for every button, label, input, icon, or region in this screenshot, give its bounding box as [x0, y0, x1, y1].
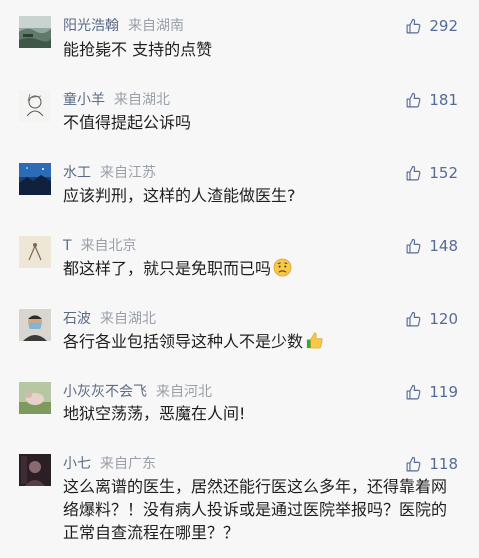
comment-text: 都这样了，就只是免职而已吗	[63, 257, 463, 280]
location: 来自江苏	[100, 165, 156, 181]
like-count: 292	[429, 17, 458, 35]
comment-meta: 石波 来自湖北	[63, 309, 156, 329]
author-name[interactable]: 阳光浩翰	[63, 18, 119, 34]
avatar[interactable]	[19, 16, 51, 48]
comment-meta: 小七 来自广东	[63, 454, 156, 474]
author-name[interactable]: 小灰灰不会飞	[63, 384, 147, 400]
author-name[interactable]: 石波	[63, 311, 91, 327]
like-button[interactable]: 152	[405, 163, 458, 183]
author-name[interactable]: 小七	[63, 456, 91, 472]
author-name[interactable]: T	[63, 238, 72, 254]
like-count: 148	[429, 237, 458, 255]
like-button[interactable]: 292	[405, 16, 458, 36]
like-count: 120	[429, 310, 458, 328]
thumbs-up-emoji	[305, 331, 324, 350]
comment-text: 这么离谱的医生，居然还能行医这么多年，还得靠着网络爆料？！没有病人投诉或是通过医…	[63, 477, 448, 542]
comment-text: 应该判刑，这样的人渣能做医生?	[63, 186, 296, 205]
worried-face-emoji	[273, 258, 292, 277]
landscape-avatar-icon	[19, 16, 51, 48]
like-button[interactable]: 118	[405, 454, 458, 474]
location: 来自河北	[156, 384, 212, 400]
like-count: 181	[429, 91, 458, 109]
like-button[interactable]: 119	[405, 382, 458, 402]
comment-meta: T 来自北京	[63, 236, 137, 256]
avatar[interactable]	[19, 163, 51, 195]
location: 来自湖北	[114, 92, 170, 108]
location: 来自北京	[80, 238, 137, 254]
avatar[interactable]	[19, 90, 51, 122]
dark-portrait-avatar-icon	[19, 454, 51, 486]
thumbs-up-icon	[406, 456, 421, 471]
avatar[interactable]	[19, 236, 51, 268]
comment-text: 地狱空荡荡，恶魔在人间!	[63, 404, 246, 423]
sketch-portrait-avatar-icon	[19, 90, 51, 122]
comment-text: 能抢毙不 支持的点赞	[63, 40, 213, 59]
sketch-avatar-icon	[19, 236, 51, 268]
location: 来自湖南	[128, 18, 184, 34]
avatar[interactable]	[19, 309, 51, 341]
like-button[interactable]: 148	[405, 236, 458, 256]
night-sky-avatar-icon	[19, 163, 51, 195]
comment-text: 各行各业包括领导这种人不是少数	[63, 330, 463, 353]
comment-text: 不值得提起公诉吗	[63, 113, 192, 132]
author-name[interactable]: 童小羊	[63, 92, 105, 108]
animal-avatar-icon	[19, 382, 51, 414]
author-name[interactable]: 水工	[63, 165, 91, 181]
thumbs-up-icon	[406, 238, 421, 253]
comment-meta: 阳光浩翰 来自湖南	[63, 16, 184, 36]
like-button[interactable]: 181	[405, 90, 458, 110]
thumbs-up-icon	[406, 384, 421, 399]
location: 来自广东	[100, 456, 156, 472]
like-count: 118	[429, 455, 458, 473]
avatar[interactable]	[19, 382, 51, 414]
avatar[interactable]	[19, 454, 51, 486]
like-button[interactable]: 120	[405, 309, 458, 329]
masked-person-avatar-icon	[19, 309, 51, 341]
like-count: 119	[429, 383, 458, 401]
thumbs-up-icon	[406, 311, 421, 326]
comment-meta: 童小羊 来自湖北	[63, 90, 170, 110]
thumbs-up-icon	[406, 18, 421, 33]
comment-meta: 小灰灰不会飞 来自河北	[63, 382, 212, 402]
location: 来自湖北	[100, 311, 156, 327]
comment-meta: 水工 来自江苏	[63, 163, 156, 183]
thumbs-up-icon	[406, 165, 421, 180]
thumbs-up-icon	[406, 92, 421, 107]
like-count: 152	[429, 164, 458, 182]
